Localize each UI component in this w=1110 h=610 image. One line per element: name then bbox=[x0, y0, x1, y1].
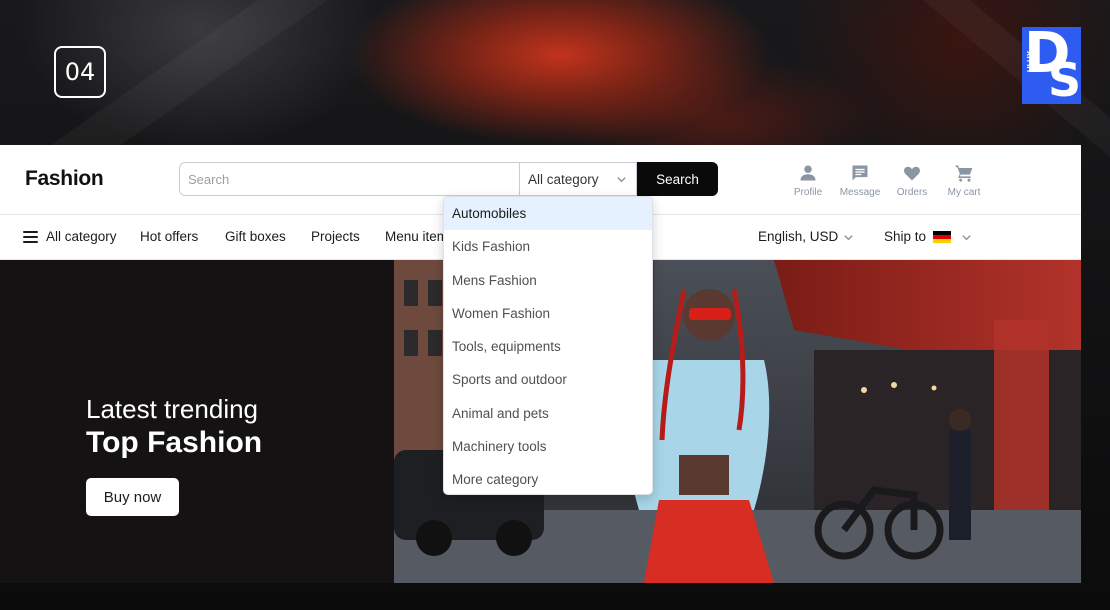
category-dropdown: Automobiles Kids Fashion Mens Fashion Wo… bbox=[443, 196, 653, 495]
nav-hot-offers[interactable]: Hot offers bbox=[140, 229, 198, 244]
nav-menu-item[interactable]: Menu item bbox=[385, 229, 448, 244]
hamburger-menu-icon[interactable] bbox=[23, 231, 38, 243]
dropdown-option-kids-fashion[interactable]: Kids Fashion bbox=[444, 230, 652, 263]
brand-logo[interactable]: Fashion bbox=[25, 167, 104, 191]
category-select-label: All category bbox=[528, 171, 599, 187]
logo-side-text: UI UX bbox=[1026, 50, 1036, 73]
dropdown-option-animal-pets[interactable]: Animal and pets bbox=[444, 397, 652, 430]
chevron-down-icon bbox=[617, 177, 626, 183]
orders-label: Orders bbox=[896, 187, 928, 198]
category-select[interactable]: All category bbox=[519, 162, 637, 196]
hero-title: Top Fashion bbox=[86, 426, 263, 459]
my-cart-label: My cart bbox=[947, 187, 981, 198]
logo-letter-s: S bbox=[1048, 53, 1081, 104]
chevron-down-icon bbox=[962, 235, 971, 241]
person-icon bbox=[800, 165, 816, 181]
cart-icon bbox=[955, 165, 973, 182]
orders-button[interactable]: Orders bbox=[886, 163, 938, 198]
header-actions: Profile Message Orders My cart bbox=[782, 163, 990, 198]
dropdown-option-mens-fashion[interactable]: Mens Fashion bbox=[444, 264, 652, 297]
hero-banner: Latest trending Top Fashion Buy now bbox=[0, 260, 394, 583]
dropdown-option-automobiles[interactable]: Automobiles bbox=[444, 197, 652, 231]
chevron-down-icon bbox=[844, 235, 853, 241]
search-input[interactable] bbox=[179, 162, 520, 196]
hero-subtitle: Latest trending bbox=[86, 394, 259, 424]
language-currency-select[interactable]: English, USD bbox=[758, 229, 838, 244]
nav-projects[interactable]: Projects bbox=[311, 229, 360, 244]
dropdown-option-women-fashion[interactable]: Women Fashion bbox=[444, 297, 652, 330]
search-button[interactable]: Search bbox=[637, 162, 718, 196]
ship-to-select[interactable]: Ship to bbox=[884, 229, 926, 244]
dropdown-option-tools-equipments[interactable]: Tools, equipments bbox=[444, 330, 652, 363]
profile-label: Profile bbox=[793, 187, 823, 198]
message-label: Message bbox=[839, 187, 881, 198]
message-button[interactable]: Message bbox=[834, 163, 886, 198]
dropdown-option-sports-outdoor[interactable]: Sports and outdoor bbox=[444, 363, 652, 396]
heart-icon bbox=[904, 166, 920, 181]
slide-number-badge: 04 bbox=[54, 46, 106, 98]
my-cart-button[interactable]: My cart bbox=[938, 163, 990, 198]
buy-now-button[interactable]: Buy now bbox=[86, 478, 179, 516]
dropdown-option-machinery-tools[interactable]: Machinery tools bbox=[444, 430, 652, 463]
message-icon bbox=[852, 165, 868, 181]
nav-gift-boxes[interactable]: Gift boxes bbox=[225, 229, 286, 244]
search-bar: All category Search bbox=[179, 162, 718, 196]
profile-button[interactable]: Profile bbox=[782, 163, 834, 198]
dropdown-option-more-category[interactable]: More category bbox=[444, 463, 652, 494]
germany-flag-icon bbox=[933, 231, 951, 243]
nav-all-category[interactable]: All category bbox=[46, 229, 117, 244]
ds-logo: D UI UX S bbox=[1022, 27, 1081, 104]
